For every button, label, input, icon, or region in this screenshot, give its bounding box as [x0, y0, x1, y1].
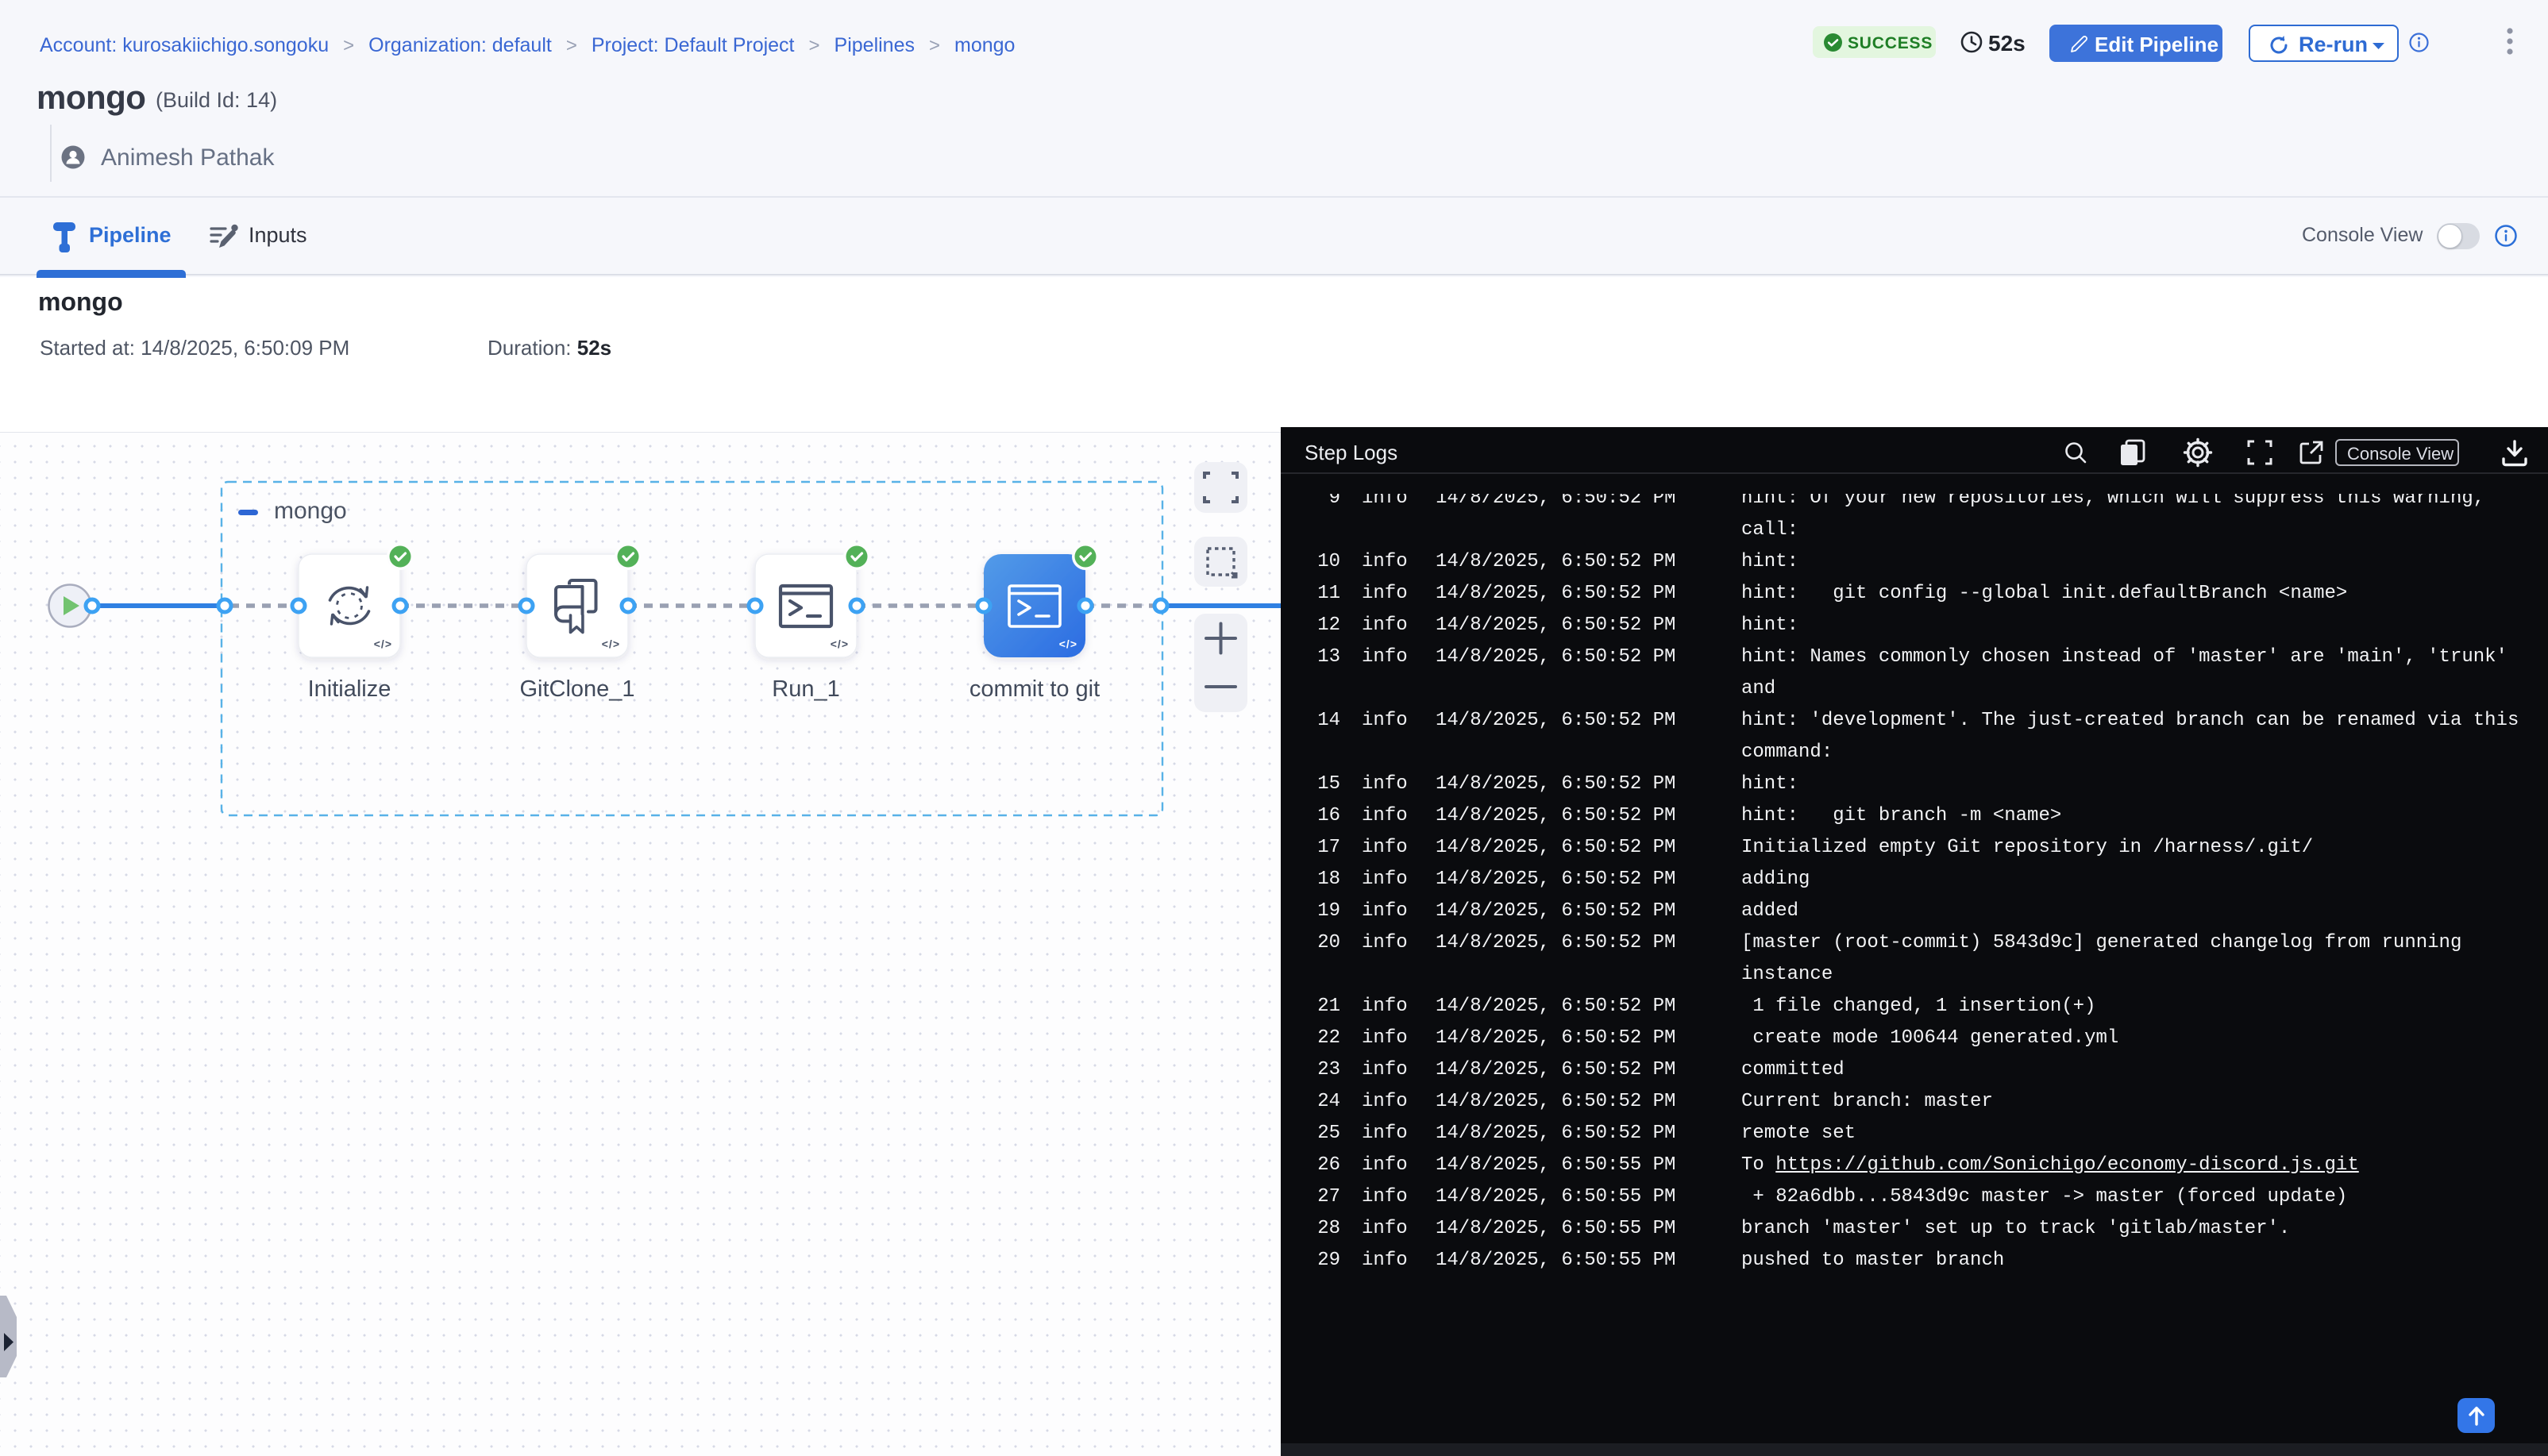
svg-text:</>: </>	[831, 637, 849, 650]
svg-text:Run_1: Run_1	[772, 676, 839, 702]
svg-text:</>: </>	[602, 637, 620, 650]
svg-text:</>: </>	[374, 637, 392, 650]
svg-text:</>: </>	[1059, 637, 1077, 650]
svg-text:Initialize: Initialize	[308, 676, 391, 702]
svg-text:GitClone_1: GitClone_1	[519, 676, 634, 702]
svg-text:mongo: mongo	[274, 498, 347, 524]
svg-text:commit to git: commit to git	[969, 676, 1100, 702]
